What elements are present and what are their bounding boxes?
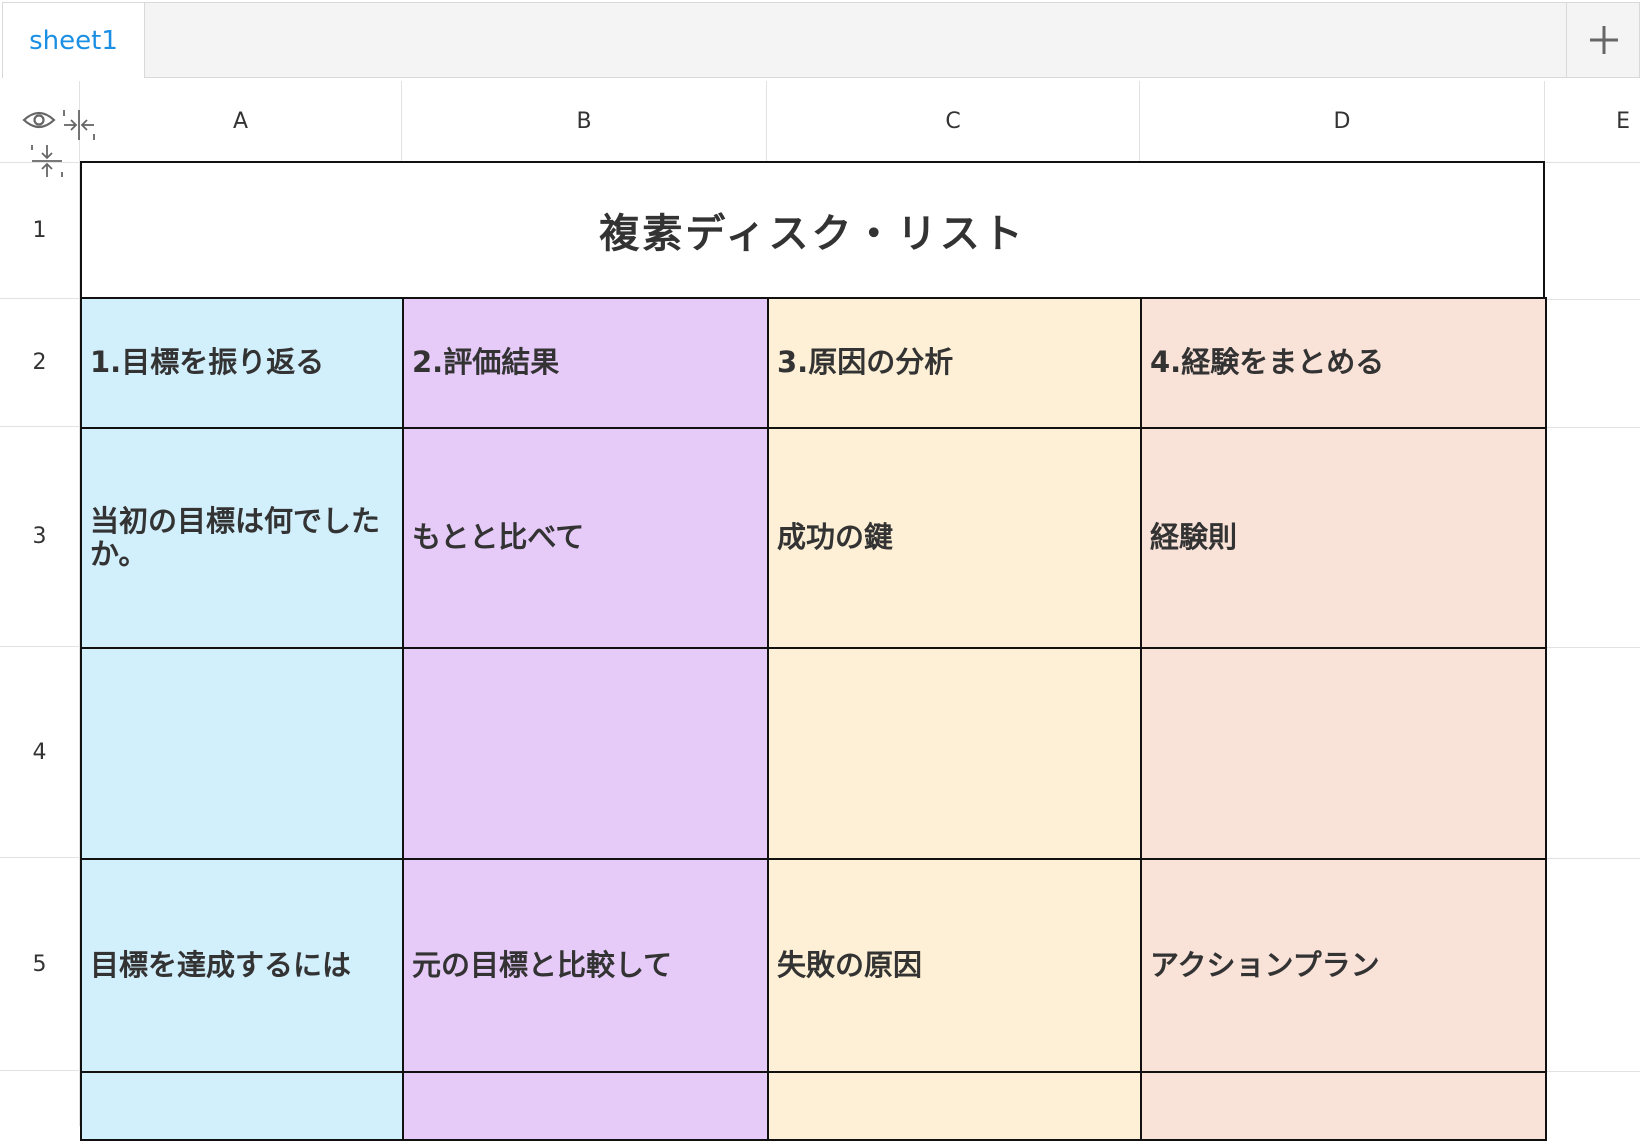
cell-d2[interactable]: 4.経験をまとめる xyxy=(1140,297,1547,429)
sheet-tab-bar xyxy=(2,2,1640,78)
add-sheet-icon xyxy=(1589,26,1618,54)
gridline xyxy=(1545,1071,1640,1072)
row-header-6[interactable] xyxy=(0,1071,80,1126)
column-header-c[interactable]: C xyxy=(767,81,1140,163)
cell-c4[interactable] xyxy=(767,647,1142,860)
cell-c2[interactable]: 3.原因の分析 xyxy=(767,297,1142,429)
cell-b6[interactable] xyxy=(402,1071,769,1141)
cell-b5[interactable]: 元の目標と比較して xyxy=(402,858,769,1073)
gridline xyxy=(1545,427,1640,428)
row-header-5[interactable]: 5 xyxy=(0,858,80,1071)
cell-b2[interactable]: 2.評価結果 xyxy=(402,297,769,429)
cell-c5[interactable]: 失敗の原因 xyxy=(767,858,1142,1073)
column-header-b[interactable]: B xyxy=(402,81,767,163)
row-header-3[interactable]: 3 xyxy=(0,427,80,647)
cell-c3[interactable]: 成功の鍵 xyxy=(767,427,1142,649)
row-header-4[interactable]: 4 xyxy=(0,647,80,858)
column-header-e[interactable]: E xyxy=(1545,81,1640,163)
gridline xyxy=(1545,299,1640,300)
cell-a5[interactable]: 目標を達成するには xyxy=(80,858,404,1073)
cell-d6[interactable] xyxy=(1140,1071,1547,1141)
tab-sheet1[interactable]: sheet1 xyxy=(2,2,145,78)
cell-a2[interactable]: 1.目標を振り返る xyxy=(80,297,404,429)
cell-d5[interactable]: アクションプラン xyxy=(1140,858,1547,1073)
cell-c6[interactable] xyxy=(767,1071,1142,1141)
cell-a3[interactable]: 当初の目標は何でしたか。 xyxy=(80,427,404,649)
title-cell[interactable]: 複素ディスク・リスト xyxy=(80,161,1545,299)
row-header-1[interactable]: 1 xyxy=(0,163,80,299)
cell-d4[interactable] xyxy=(1140,647,1547,860)
cell-b4[interactable] xyxy=(402,647,769,860)
gridline xyxy=(1545,858,1640,859)
cell-b3[interactable]: もとと比べて xyxy=(402,427,769,649)
cell-a6[interactable] xyxy=(80,1071,404,1141)
row-header-2[interactable]: 2 xyxy=(0,299,80,427)
column-header-d[interactable]: D xyxy=(1140,81,1545,163)
cell-d3[interactable]: 経験則 xyxy=(1140,427,1547,649)
cell-a4[interactable] xyxy=(80,647,404,860)
gridline xyxy=(1545,647,1640,648)
eye-icon[interactable] xyxy=(22,108,56,132)
add-sheet-button[interactable] xyxy=(1566,2,1640,78)
column-header-a[interactable]: A xyxy=(80,81,402,163)
